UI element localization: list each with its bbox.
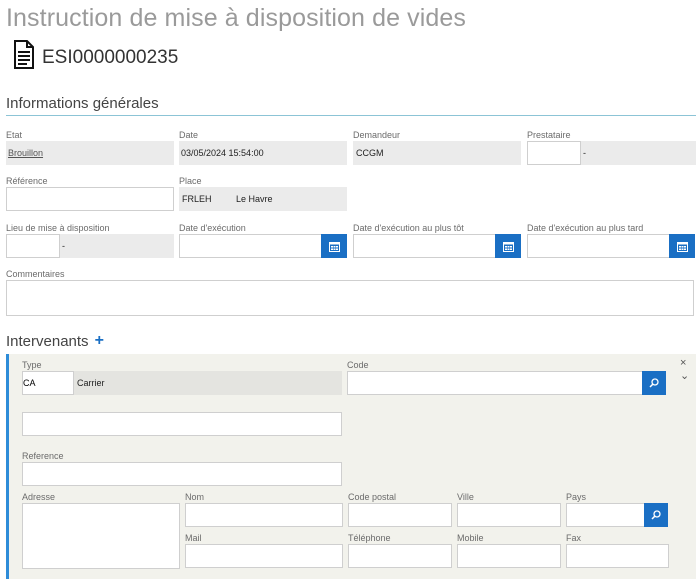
- nom-input[interactable]: [185, 503, 343, 527]
- prestataire-name: -: [583, 148, 586, 158]
- date-tot-calendar-button[interactable]: [495, 234, 521, 258]
- calendar-icon: [502, 241, 514, 252]
- telephone-input[interactable]: [348, 544, 452, 568]
- document-number: ESI0000000235: [42, 47, 179, 68]
- date-tot-input[interactable]: [353, 234, 496, 258]
- date-tard-calendar-button[interactable]: [669, 234, 695, 258]
- commentaires-textarea[interactable]: [6, 280, 694, 316]
- mail-label: Mail: [185, 533, 202, 543]
- nom-label: Nom: [185, 492, 205, 502]
- section-divider: [6, 115, 696, 116]
- date-value: 03/05/2024 15:54:00: [181, 148, 264, 158]
- telephone-label: Téléphone: [348, 533, 391, 543]
- mobile-input[interactable]: [457, 544, 561, 568]
- lieu-code-input[interactable]: [6, 234, 60, 258]
- prestataire-label: Prestataire: [527, 130, 571, 140]
- mobile-label: Mobile: [457, 533, 484, 543]
- adresse-label: Adresse: [22, 492, 56, 502]
- adresse-textarea[interactable]: [22, 503, 180, 569]
- prestataire-code-input[interactable]: [527, 141, 581, 165]
- date-tot-label: Date d'exécution au plus tôt: [353, 223, 464, 233]
- document-icon: [13, 40, 35, 69]
- place-name: Le Havre: [236, 194, 273, 204]
- place-code: FRLEH: [182, 194, 212, 204]
- date-exec-input[interactable]: [179, 234, 322, 258]
- date-tard-label: Date d'exécution au plus tard: [527, 223, 644, 233]
- code-label: Code: [347, 360, 369, 370]
- commentaires-label: Commentaires: [6, 269, 65, 279]
- intervenant-reference-label: Reference: [22, 451, 64, 461]
- intervenant-name-input[interactable]: [22, 412, 342, 436]
- etat-field: Brouillon: [6, 141, 174, 165]
- ville-input[interactable]: [457, 503, 561, 527]
- code-postal-input[interactable]: [348, 503, 452, 527]
- code-search-button[interactable]: [642, 371, 666, 395]
- search-icon: [649, 378, 659, 388]
- pays-label: Pays: [566, 492, 587, 502]
- section-title-general: Informations générales: [6, 95, 159, 112]
- demandeur-field: CCGM: [353, 141, 521, 165]
- etat-link[interactable]: Brouillon: [8, 148, 43, 158]
- calendar-icon: [676, 241, 688, 252]
- page-title: Instruction de mise à disposition de vid…: [6, 4, 466, 32]
- fax-input[interactable]: [566, 544, 669, 568]
- type-name: Carrier: [77, 378, 105, 388]
- demandeur-value: CCGM: [356, 148, 384, 158]
- date-field: 03/05/2024 15:54:00: [179, 141, 347, 165]
- add-intervenant-button[interactable]: +: [95, 332, 104, 350]
- mail-input[interactable]: [185, 544, 343, 568]
- intervenant-reference-input[interactable]: [22, 462, 342, 486]
- lieu-label: Lieu de mise à disposition: [6, 223, 110, 233]
- code-input[interactable]: [347, 371, 643, 395]
- place-field: FRLEH Le Havre: [179, 187, 347, 211]
- section-title-intervenants: Intervenants: [6, 332, 89, 350]
- code-postal-label: Code postal: [348, 492, 397, 502]
- date-tard-input[interactable]: [527, 234, 670, 258]
- calendar-icon: [328, 241, 340, 252]
- pays-search-button[interactable]: [644, 503, 668, 527]
- date-label: Date: [179, 130, 199, 140]
- intervenants-header: Intervenants +: [6, 332, 104, 350]
- place-label: Place: [179, 176, 202, 186]
- reference-input[interactable]: [6, 187, 174, 211]
- chevron-down-icon[interactable]: ⌄: [680, 369, 689, 382]
- fax-label: Fax: [566, 533, 582, 543]
- close-icon[interactable]: ×: [680, 357, 686, 369]
- search-icon: [651, 510, 661, 520]
- date-exec-label: Date d'exécution: [179, 223, 246, 233]
- pays-input[interactable]: [566, 503, 645, 527]
- demandeur-label: Demandeur: [353, 130, 401, 140]
- etat-label: Etat: [6, 130, 23, 140]
- date-exec-calendar-button[interactable]: [321, 234, 347, 258]
- lieu-name: -: [62, 241, 65, 251]
- type-label: Type: [22, 360, 42, 370]
- ville-label: Ville: [457, 492, 474, 502]
- reference-label: Référence: [6, 176, 48, 186]
- type-code-input[interactable]: [22, 371, 74, 395]
